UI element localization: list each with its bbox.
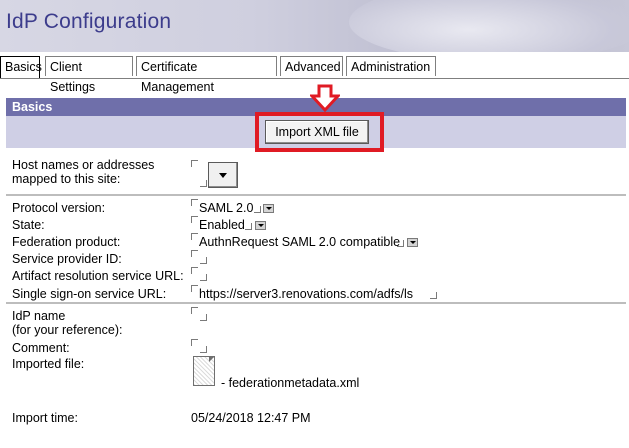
artifact-field-corner[interactable] (200, 274, 207, 281)
tab-basics[interactable]: Basics (0, 56, 42, 78)
field-corner-icon (200, 180, 207, 187)
import-time-label: Import time: (12, 411, 78, 425)
comment-field-corner[interactable] (200, 346, 207, 353)
import-time-value: 05/24/2018 12:47 PM (191, 411, 311, 425)
sso-value[interactable]: https://server3.renovations.com/adfs/ls (199, 287, 413, 301)
page-title: IdP Configuration (6, 10, 172, 33)
field-corner-icon (191, 216, 198, 223)
file-icon (193, 356, 215, 386)
idp-name-label-line1: IdP name (12, 309, 66, 323)
page-header: IdP Configuration (0, 0, 629, 52)
federation-label: Federation product: (12, 235, 121, 249)
imported-file-value: - federationmetadata.xml (221, 376, 360, 390)
comment-field-corner[interactable] (191, 339, 198, 346)
field-corner-icon (430, 292, 437, 299)
protocol-value: SAML 2.0 (199, 201, 254, 215)
host-names-label-line1: Host names or addresses (12, 158, 155, 172)
header-decoration (349, 0, 629, 52)
host-names-dropdown[interactable] (208, 162, 238, 188)
divider (6, 302, 626, 304)
host-names-label-line2: mapped to this site: (12, 172, 121, 186)
tab-administration[interactable]: Administration (346, 56, 436, 76)
sp-id-field-corner[interactable] (191, 250, 198, 257)
state-value: Enabled (199, 218, 245, 232)
state-dropdown-icon[interactable] (255, 221, 266, 230)
down-arrow-icon (310, 84, 340, 112)
divider (6, 194, 626, 196)
tab-client-settings[interactable]: Client Settings (45, 56, 133, 94)
idp-name-field-corner[interactable] (191, 307, 198, 314)
comment-label: Comment: (12, 341, 70, 355)
state-label: State: (12, 218, 45, 232)
idp-name-label: IdP name (for your reference): (12, 309, 122, 337)
sp-id-label: Service provider ID: (12, 252, 122, 266)
artifact-label: Artifact resolution service URL: (12, 269, 184, 283)
field-corner-icon (254, 206, 261, 213)
protocol-dropdown-icon[interactable] (263, 204, 274, 213)
tab-advanced[interactable]: Advanced (280, 56, 343, 76)
federation-dropdown-icon[interactable] (407, 238, 418, 247)
import-xml-button[interactable]: Import XML file (265, 120, 369, 144)
idp-name-label-line2: (for your reference): (12, 323, 123, 337)
imported-file-label: Imported file: (12, 357, 85, 371)
sso-label: Single sign-on service URL: (12, 287, 167, 301)
tab-certificate-management[interactable]: Certificate Management (136, 56, 277, 94)
protocol-label: Protocol version: (12, 201, 106, 215)
field-corner-icon (245, 223, 252, 230)
artifact-field-corner[interactable] (191, 267, 198, 274)
field-corner-icon (191, 160, 198, 167)
field-corner-icon (397, 240, 404, 247)
idp-name-field-corner[interactable] (200, 314, 207, 321)
sp-id-field-corner[interactable] (200, 257, 207, 264)
host-names-label: Host names or addresses mapped to this s… (12, 158, 154, 186)
field-corner-icon (191, 199, 198, 206)
federation-value: AuthnRequest SAML 2.0 compatible (199, 235, 401, 249)
tab-bar: Basics Client Settings Certificate Manag… (0, 56, 629, 94)
field-corner-icon (191, 233, 198, 240)
field-corner-icon (191, 285, 198, 292)
